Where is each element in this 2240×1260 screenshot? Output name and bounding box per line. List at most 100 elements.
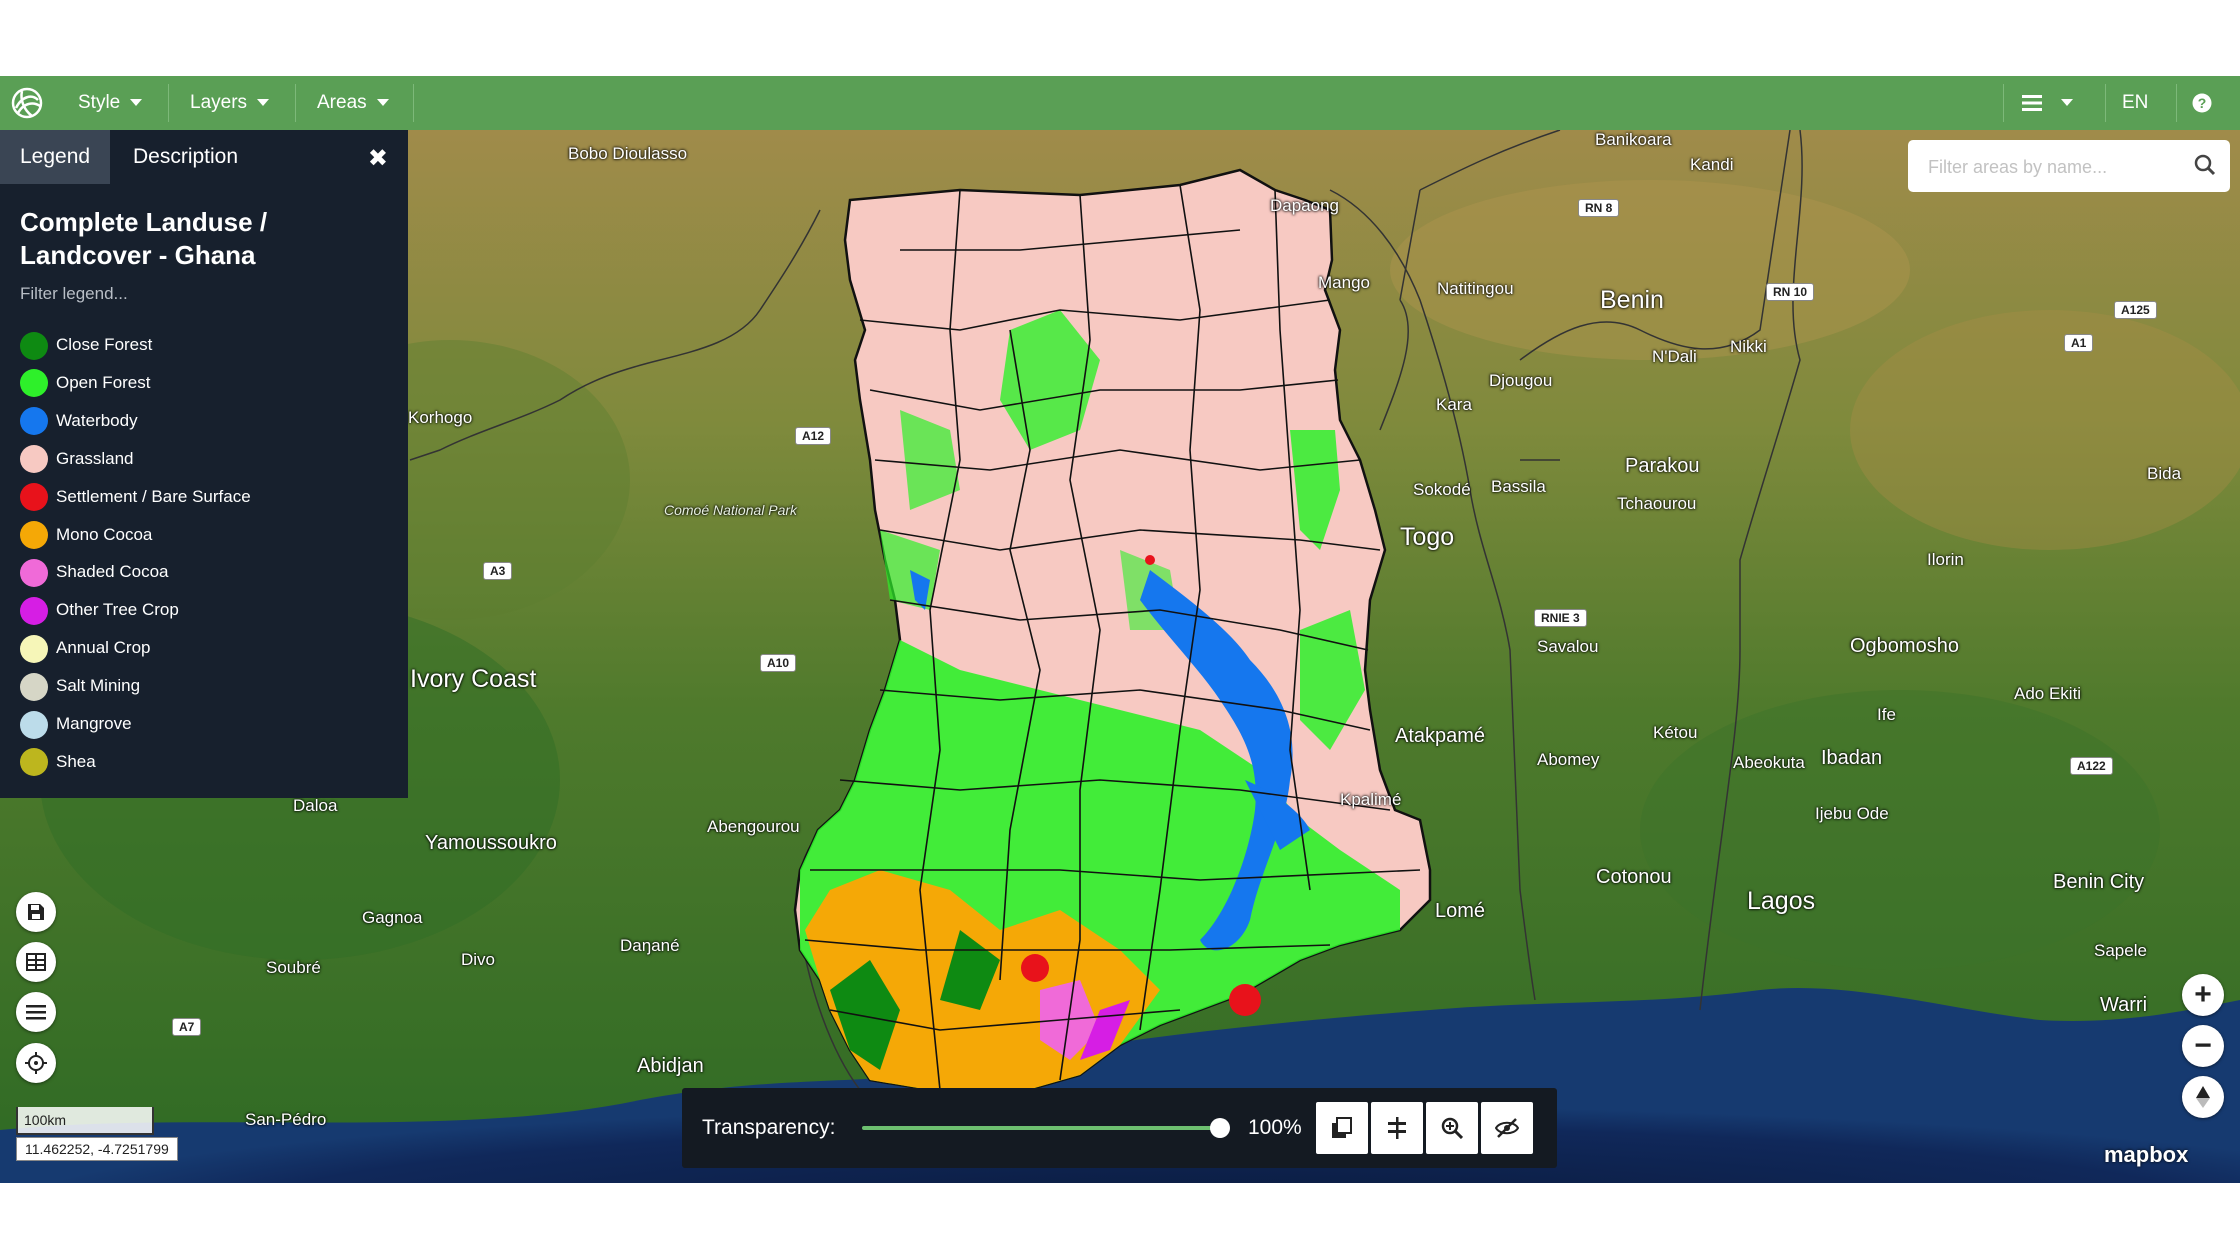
place-label: Abomey [1537, 750, 1600, 769]
legend-item[interactable]: Shaded Cocoa [20, 557, 168, 587]
place-label: Dapaong [1270, 196, 1340, 215]
tab-description[interactable]: Description [113, 130, 258, 184]
legend-item-label: Shea [56, 751, 96, 771]
swipe-icon [1388, 1117, 1406, 1139]
place-label: Sokodé [1413, 480, 1471, 499]
place-label: Savalou [1537, 637, 1599, 656]
chevron-down-icon [130, 99, 143, 107]
park-label: Comoé National Park [664, 502, 798, 518]
legend-item[interactable]: Close Forest [20, 330, 152, 360]
crosshair-icon [25, 1052, 47, 1074]
place-label: Ivory Coast [410, 665, 537, 693]
list-icon [26, 1005, 46, 1020]
legend-swatch [20, 407, 48, 436]
zoom-in-button[interactable]: + [2182, 974, 2224, 1016]
legend-item[interactable]: Other Tree Crop [20, 595, 179, 625]
legend-title: Complete Landuse / Landcover - Ghana [20, 207, 268, 270]
nav-divider [2003, 84, 2004, 122]
legend-swatch [20, 672, 48, 701]
legend-swatch [20, 445, 48, 474]
style-menu-label: Style [78, 92, 121, 113]
language-selector[interactable]: EN [2122, 76, 2148, 130]
save-button[interactable] [16, 892, 56, 932]
transparency-slider[interactable] [862, 1126, 1220, 1130]
tab-legend[interactable]: Legend [0, 130, 111, 184]
search-icon[interactable] [2194, 154, 2216, 176]
place-label: Warri [2100, 994, 2148, 1016]
copy-layer-button[interactable] [1316, 1102, 1368, 1154]
help-button[interactable]: ? [2192, 76, 2212, 130]
place-label: Gagnoa [362, 908, 423, 927]
place-label: Kandi [1690, 155, 1734, 174]
table-icon [26, 953, 46, 971]
place-label: Djougou [1489, 371, 1553, 390]
legend-item[interactable]: Mangrove [20, 709, 132, 739]
place-label: Nikki [1730, 337, 1767, 356]
place-label: Sapele [2094, 941, 2147, 960]
place-label: San-Pédro [245, 1110, 327, 1129]
legend-filter-input[interactable]: Filter legend... [20, 284, 128, 304]
legend-item-label: Other Tree Crop [56, 600, 179, 620]
top-navbar: Style Layers Areas EN ? [0, 76, 2240, 131]
help-icon: ? [2192, 93, 2212, 113]
compare-button[interactable] [1371, 1102, 1423, 1154]
areas-menu[interactable]: Areas [317, 76, 389, 130]
locate-button[interactable] [16, 1043, 56, 1083]
legend-swatch [20, 634, 48, 663]
hamburger-menu[interactable] [2022, 76, 2086, 130]
legend-item-label: Annual Crop [56, 638, 151, 658]
legend-swatch [20, 369, 48, 398]
legend-swatch [20, 748, 48, 777]
legend-item-label: Settlement / Bare Surface [56, 486, 251, 506]
zoom-icon [1441, 1117, 1463, 1139]
close-icon[interactable]: ✖ [368, 144, 388, 173]
svg-text:?: ? [2198, 95, 2207, 111]
legend-item[interactable]: Shea [20, 747, 96, 777]
legend-item[interactable]: Settlement / Bare Surface [20, 482, 251, 512]
road-shield: RNIE 3 [1534, 609, 1587, 627]
zoom-out-button[interactable]: − [2182, 1025, 2224, 1067]
road-shield: RN 8 [1578, 199, 1620, 217]
table-button[interactable] [16, 942, 56, 982]
legend-item[interactable]: Annual Crop [20, 633, 151, 663]
nav-divider [413, 84, 414, 122]
mapbox-attribution[interactable]: mapbox [2104, 1142, 2188, 1168]
hamburger-icon [2022, 94, 2042, 111]
hide-layer-button[interactable] [1481, 1102, 1533, 1154]
legend-item-label: Waterbody [56, 410, 138, 430]
place-label: Kara [1436, 395, 1472, 414]
place-label: Ilorin [1927, 550, 1964, 569]
legend-item[interactable]: Waterbody [20, 406, 138, 436]
place-label: Lagos [1747, 887, 1816, 915]
transparency-slider-handle[interactable] [1210, 1118, 1230, 1138]
minus-icon: − [2194, 1029, 2212, 1062]
compass-button[interactable] [2182, 1076, 2224, 1118]
layers-menu[interactable]: Layers [190, 76, 270, 130]
road-shield: A122 [2070, 757, 2113, 775]
layer-list-button[interactable] [16, 992, 56, 1032]
scale-bar: 100km [16, 1107, 154, 1135]
chevron-down-icon [2061, 99, 2074, 107]
place-label: Kétou [1653, 723, 1698, 742]
place-label: Benin City [2053, 871, 2145, 893]
style-menu[interactable]: Style [78, 76, 143, 130]
plus-icon: + [2194, 978, 2212, 1011]
legend-item[interactable]: Grassland [20, 444, 133, 474]
legend-item-label: Grassland [56, 448, 134, 468]
search-input[interactable] [1926, 152, 2180, 182]
road-shield: A10 [760, 654, 797, 672]
place-label: Abengourou [707, 817, 800, 836]
place-label: Benin [1600, 286, 1664, 314]
legend-item[interactable]: Open Forest [20, 368, 151, 398]
legend-swatch [20, 710, 48, 739]
app-logo-icon[interactable] [10, 86, 44, 120]
zoom-to-layer-button[interactable] [1426, 1102, 1478, 1154]
place-label: Tchaourou [1617, 494, 1697, 513]
place-label: Ife [1877, 705, 1896, 724]
road-shield: A7 [172, 1018, 202, 1036]
legend-item[interactable]: Salt Mining [20, 671, 140, 701]
place-label: N'Dali [1652, 347, 1697, 366]
nav-divider [168, 84, 169, 122]
place-label: Ibadan [1821, 747, 1883, 769]
legend-item[interactable]: Mono Cocoa [20, 520, 152, 550]
